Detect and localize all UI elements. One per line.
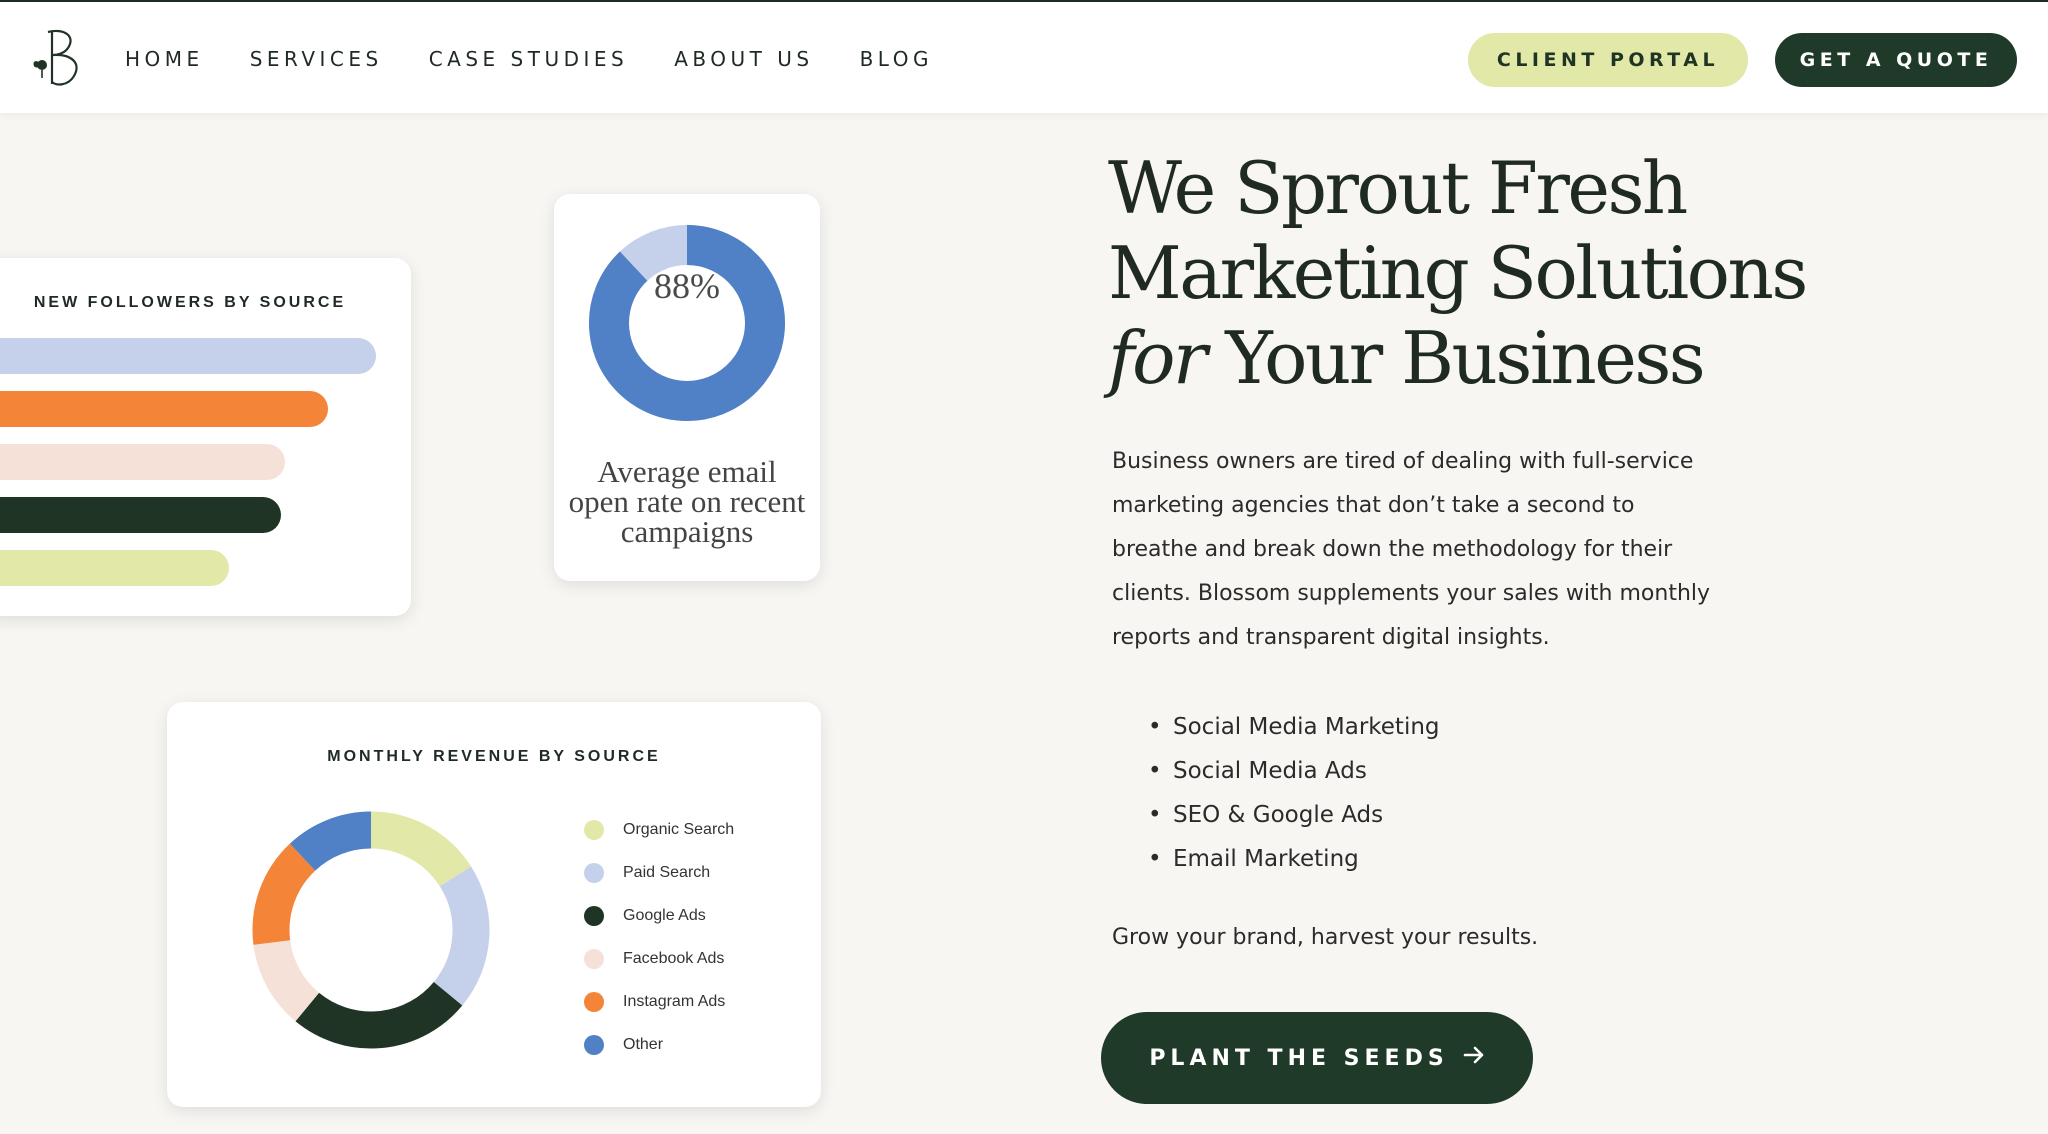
nav-link-services[interactable]: SERVICES bbox=[250, 47, 383, 71]
follower-bar bbox=[0, 444, 285, 480]
revenue-slice-organic-search bbox=[370, 811, 472, 887]
plant-the-seeds-label: PLANT THE SEEDS bbox=[1149, 1045, 1449, 1071]
followers-card-title: NEW FOLLOWERS BY SOURCE bbox=[33, 294, 347, 311]
page: HOME SERVICES CASE STUDIES ABOUT US BLOG… bbox=[0, 0, 2048, 1134]
revenue-slice-instagram-ads bbox=[252, 843, 316, 945]
legend-dot bbox=[584, 1034, 604, 1055]
legend-item: Paid Search bbox=[584, 851, 734, 894]
plant-the-seeds-button[interactable]: PLANT THE SEEDS bbox=[1101, 1012, 1533, 1104]
legend-item: Google Ads bbox=[584, 894, 734, 937]
open-rate-percent: 88% bbox=[654, 266, 720, 306]
legend-label: Instagram Ads bbox=[623, 992, 726, 1010]
legend-item: Organic Search bbox=[584, 808, 734, 851]
bullet-icon: • bbox=[1148, 802, 1162, 828]
revenue-legend: Organic Search Paid Search Google Ads Faceb… bbox=[584, 808, 734, 1066]
legend-label: Other bbox=[623, 1035, 664, 1053]
follower-bar bbox=[0, 338, 376, 374]
follower-bar bbox=[0, 550, 230, 586]
monthly-revenue-card: MONTHLY REVENUE BY SOURCE Organic Search… bbox=[167, 702, 821, 1107]
legend-dot bbox=[584, 905, 604, 926]
client-portal-button[interactable]: CLIENT PORTAL bbox=[1468, 33, 1748, 87]
arrow-right-icon bbox=[1463, 1045, 1485, 1071]
open-rate-caption: Average email open rate on recent campai… bbox=[568, 454, 806, 549]
open-rate-donut bbox=[589, 225, 785, 421]
bullet-icon: • bbox=[1148, 846, 1162, 872]
bullet-icon: • bbox=[1148, 714, 1162, 740]
legend-dot bbox=[584, 991, 604, 1012]
legend-label: Organic Search bbox=[623, 820, 735, 838]
hero-title: We Sprout Fresh Marketing Solutions for … bbox=[1108, 146, 1908, 401]
hero-title-line-3: Your Business bbox=[1204, 316, 1705, 400]
blossom-logo-icon[interactable] bbox=[30, 26, 84, 90]
legend-dot bbox=[584, 948, 604, 969]
legend-item: Other bbox=[584, 1023, 734, 1066]
revenue-slice-other bbox=[289, 811, 372, 872]
top-navbar: HOME SERVICES CASE STUDIES ABOUT US BLOG… bbox=[0, 0, 2048, 113]
service-item: • Social Media Marketing bbox=[1148, 705, 1440, 749]
revenue-donut-chart bbox=[252, 811, 490, 1049]
legend-item: Instagram Ads bbox=[584, 980, 734, 1023]
hero-description: Business owners are tired of dealing wit… bbox=[1112, 449, 1711, 650]
legend-label: Facebook Ads bbox=[623, 949, 725, 967]
nav-link-case-studies[interactable]: CASE STUDIES bbox=[429, 47, 629, 71]
nav-link-home[interactable]: HOME bbox=[125, 47, 204, 71]
new-followers-card: NEW FOLLOWERS BY SOURCE bbox=[0, 258, 411, 616]
revenue-card-title: MONTHLY REVENUE BY SOURCE bbox=[327, 748, 661, 765]
service-item: • Social Media Ads bbox=[1148, 749, 1440, 793]
service-label: SEO & Google Ads bbox=[1173, 802, 1384, 828]
hero-tagline: Grow your brand, harvest your results. bbox=[1112, 925, 1539, 950]
revenue-slice-facebook-ads bbox=[253, 939, 320, 1022]
legend-label: Google Ads bbox=[623, 906, 706, 924]
hero-title-line-1: We Sprout Fresh bbox=[1108, 146, 1688, 230]
follower-bar bbox=[0, 497, 281, 533]
hero-title-line-2: Marketing Solutions bbox=[1108, 231, 1808, 315]
service-item: • SEO & Google Ads bbox=[1148, 793, 1440, 837]
services-list: • Social Media Marketing • Social Media Ad… bbox=[1148, 705, 1440, 881]
nav-links: HOME SERVICES CASE STUDIES ABOUT US BLOG bbox=[125, 2, 979, 115]
legend-dot bbox=[584, 862, 604, 883]
revenue-slice-google-ads bbox=[295, 981, 463, 1049]
hero-title-italic: for bbox=[1108, 316, 1207, 400]
service-item: • Email Marketing bbox=[1148, 837, 1440, 881]
legend-item: Facebook Ads bbox=[584, 937, 734, 980]
service-label: Email Marketing bbox=[1173, 846, 1359, 872]
nav-link-blog[interactable]: BLOG bbox=[860, 47, 933, 71]
service-label: Social Media Marketing bbox=[1173, 714, 1440, 740]
bullet-icon: • bbox=[1148, 758, 1162, 784]
get-a-quote-button[interactable]: GET A QUOTE bbox=[1775, 33, 2017, 87]
service-label: Social Media Ads bbox=[1173, 758, 1367, 784]
legend-dot bbox=[584, 819, 604, 840]
email-open-rate-card: 88% Average email open rate on recent ca… bbox=[554, 194, 820, 581]
legend-label: Paid Search bbox=[623, 863, 711, 881]
nav-link-about-us[interactable]: ABOUT US bbox=[674, 47, 813, 71]
follower-bar bbox=[0, 391, 329, 427]
revenue-slice-paid-search bbox=[433, 866, 490, 1006]
